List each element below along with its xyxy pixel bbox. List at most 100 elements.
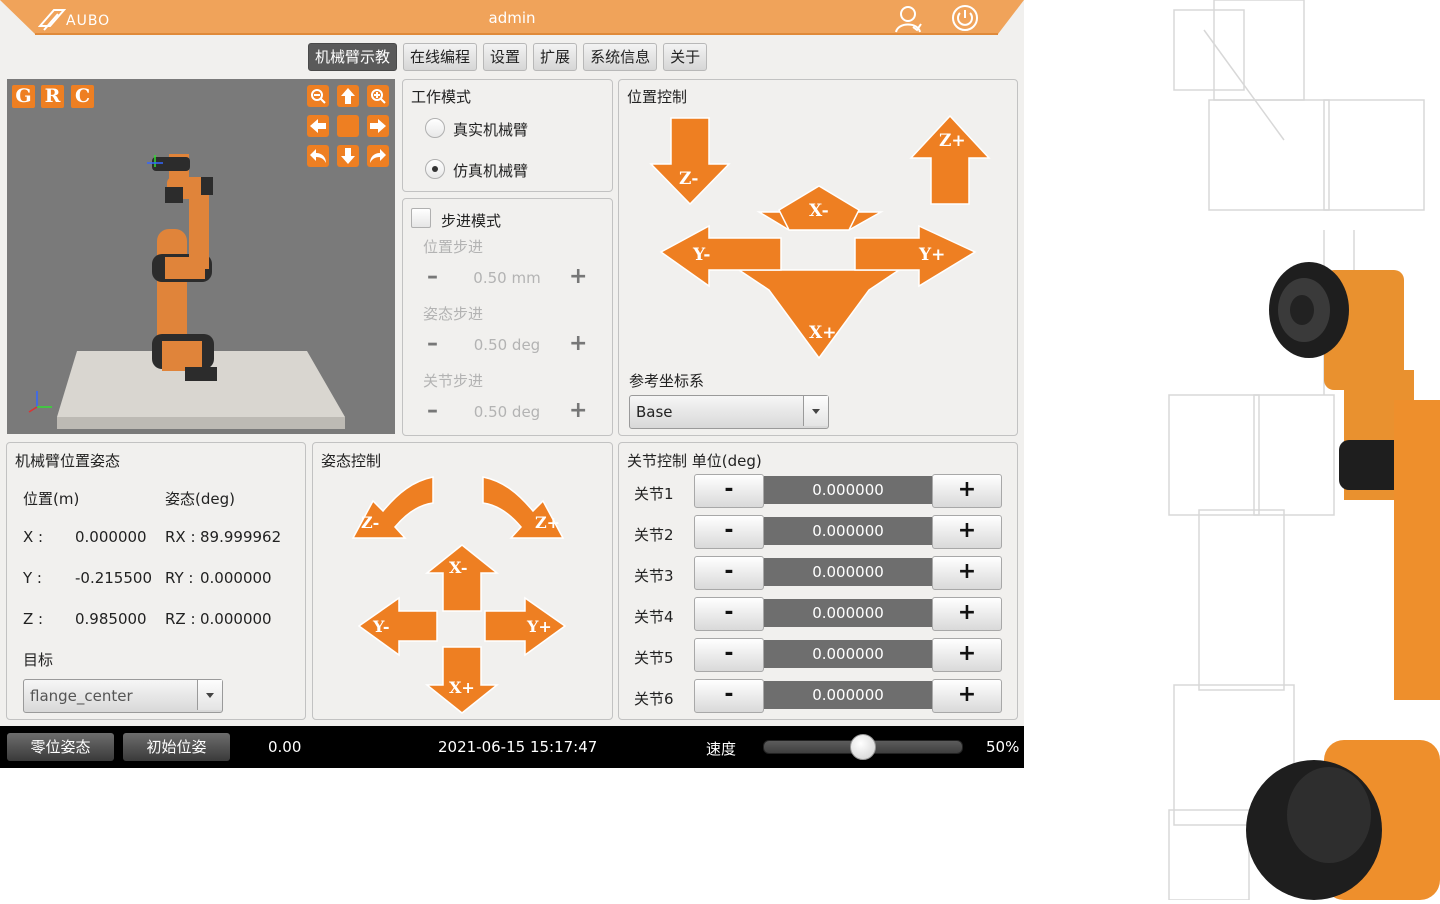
attitude-control-panel: 姿态控制 Z- Z+ X- X+ Y- Y+ — [312, 442, 613, 720]
pos-z-minus-text: Z- — [679, 169, 698, 189]
position-step-minus[interactable]: – — [427, 266, 438, 288]
target-select[interactable]: flange_center — [23, 679, 223, 713]
joint6-label: 关节6 — [634, 690, 674, 708]
joint2-value: 0.000000 — [764, 517, 932, 545]
work-mode-panel: 工作模式 真实机械臂 仿真机械臂 — [402, 79, 613, 192]
chevron-down-icon[interactable] — [197, 680, 222, 710]
joint-step-value: 0.50 deg — [473, 403, 541, 421]
tab-settings[interactable]: 设置 — [483, 43, 528, 71]
joint-control-panel: 关节控制 单位(deg) 关节1 - 0.000000 + 关节2 - 0.00… — [618, 442, 1018, 720]
att-x-plus-text: X+ — [449, 678, 475, 697]
title-bar: AUBO admin — [0, 0, 1024, 36]
att-y-plus-arrow[interactable] — [484, 596, 567, 657]
robot-scene — [28, 154, 345, 429]
joint-step-plus[interactable]: + — [569, 400, 587, 422]
pos-x-plus-arrow[interactable] — [736, 269, 902, 360]
joint5-label: 关节5 — [634, 649, 674, 667]
sim-robot-label: 仿真机械臂 — [453, 162, 529, 180]
joint5-value: 0.000000 — [764, 640, 932, 668]
att-y-minus-arrow[interactable] — [357, 596, 438, 657]
att-x-minus-arrow[interactable] — [424, 544, 500, 612]
joint4-plus-button[interactable]: + — [932, 597, 1002, 631]
tab-system-info[interactable]: 系统信息 — [583, 43, 658, 71]
att-z-plus-text: Z+ — [535, 513, 560, 532]
position-step-value: 0.50 mm — [473, 269, 541, 287]
joint5-minus-button[interactable]: - — [694, 638, 764, 672]
rx-value: 89.999962 — [200, 528, 282, 546]
radio-real-robot[interactable] — [425, 118, 445, 138]
window-title: admin — [488, 9, 536, 27]
z-value: 0.985000 — [75, 610, 147, 628]
joint-control-title: 关节控制 单位(deg) — [627, 452, 762, 470]
target-label: 目标 — [23, 651, 54, 669]
radio-sim-robot[interactable] — [425, 159, 445, 179]
power-icon[interactable] — [950, 3, 980, 33]
rz-value: 0.000000 — [200, 610, 272, 628]
tab-online-programming[interactable]: 在线编程 — [403, 43, 478, 71]
pose-title: 机械臂位置姿态 — [15, 452, 121, 470]
joint3-minus-button[interactable]: - — [694, 556, 764, 590]
joint1-value: 0.000000 — [764, 476, 932, 504]
position-arrows: Z- Z+ X- X+ Y- Y+ — [649, 114, 991, 360]
joint5-plus-button[interactable]: + — [932, 638, 1002, 672]
background-robot-art — [1024, 0, 1440, 901]
pos-x-minus-text: X- — [809, 201, 829, 221]
y-label: Y : — [23, 569, 42, 587]
joint2-minus-button[interactable]: - — [694, 515, 764, 549]
ref-frame-value: Base — [636, 403, 673, 421]
pos-z-plus-text: Z+ — [939, 131, 966, 151]
ry-value: 0.000000 — [200, 569, 272, 587]
position-step-plus[interactable]: + — [569, 266, 587, 288]
ref-frame-select[interactable]: Base — [629, 395, 829, 429]
step-mode-checkbox[interactable] — [411, 208, 431, 228]
joint6-plus-button[interactable]: + — [932, 679, 1002, 713]
tab-robot-teach[interactable]: 机械臂示教 — [308, 43, 398, 71]
attitude-step-value: 0.50 deg — [473, 336, 541, 354]
real-robot-label: 真实机械臂 — [453, 121, 529, 139]
rx-label: RX : — [165, 528, 196, 546]
joint-step-minus[interactable]: – — [427, 400, 438, 422]
speed-slider-handle[interactable] — [850, 734, 876, 760]
init-pose-button[interactable]: 初始位姿 — [123, 733, 230, 761]
joint3-label: 关节3 — [634, 567, 674, 585]
user-icon[interactable] — [893, 3, 923, 33]
joint1-plus-button[interactable]: + — [932, 474, 1002, 508]
joint1-minus-button[interactable]: - — [694, 474, 764, 508]
rz-label: RZ : — [165, 610, 196, 628]
3d-viewport[interactable]: G R C — [7, 79, 395, 434]
attitude-arrows: Z- Z+ X- X+ Y- Y+ — [351, 476, 567, 714]
z-label: Z : — [23, 610, 44, 628]
joint2-label: 关节2 — [634, 526, 674, 544]
attitude-step-label: 姿态步进 — [423, 305, 484, 323]
joint6-value: 0.000000 — [764, 681, 932, 709]
joint4-minus-button[interactable]: - — [694, 597, 764, 631]
zero-pose-button[interactable]: 零位姿态 — [7, 733, 114, 761]
ry-label: RY : — [165, 569, 194, 587]
chevron-down-icon[interactable] — [803, 396, 828, 426]
speed-percent: 50% — [986, 738, 1020, 756]
att-y-minus-text: Y- — [372, 617, 389, 636]
main-tabs: 机械臂示教 在线编程 设置 扩展 系统信息 关于 — [308, 43, 708, 71]
y-value: -0.215500 — [75, 569, 152, 587]
pos-z-plus-arrow[interactable] — [909, 114, 991, 205]
robot-teach-app: AUBO admin 机械臂示教 在线编程 设置 扩展 系统信息 关于 G R … — [0, 0, 1024, 768]
step-mode-label: 步进模式 — [441, 212, 502, 230]
attitude-header: 姿态(deg) — [165, 490, 235, 508]
joint3-plus-button[interactable]: + — [932, 556, 1002, 590]
pose-panel: 机械臂位置姿态 位置(m) 姿态(deg) X : 0.000000 RX : … — [6, 442, 306, 720]
joint6-minus-button[interactable]: - — [694, 679, 764, 713]
status-value: 0.00 — [268, 738, 302, 756]
joint1-label: 关节1 — [634, 485, 674, 503]
joint2-plus-button[interactable]: + — [932, 515, 1002, 549]
position-header: 位置(m) — [23, 490, 80, 508]
tab-extensions[interactable]: 扩展 — [533, 43, 578, 71]
pos-z-minus-arrow[interactable] — [649, 117, 731, 206]
joint4-label: 关节4 — [634, 608, 674, 626]
tab-about[interactable]: 关于 — [663, 43, 708, 71]
step-mode-panel: 步进模式 位置步进 – 0.50 mm + 姿态步进 – 0.50 deg + … — [402, 198, 613, 436]
attitude-step-minus[interactable]: – — [427, 333, 438, 355]
x-value: 0.000000 — [75, 528, 147, 546]
joint-step-label: 关节步进 — [423, 372, 484, 390]
attitude-step-plus[interactable]: + — [569, 333, 587, 355]
att-x-minus-text: X- — [449, 558, 467, 577]
